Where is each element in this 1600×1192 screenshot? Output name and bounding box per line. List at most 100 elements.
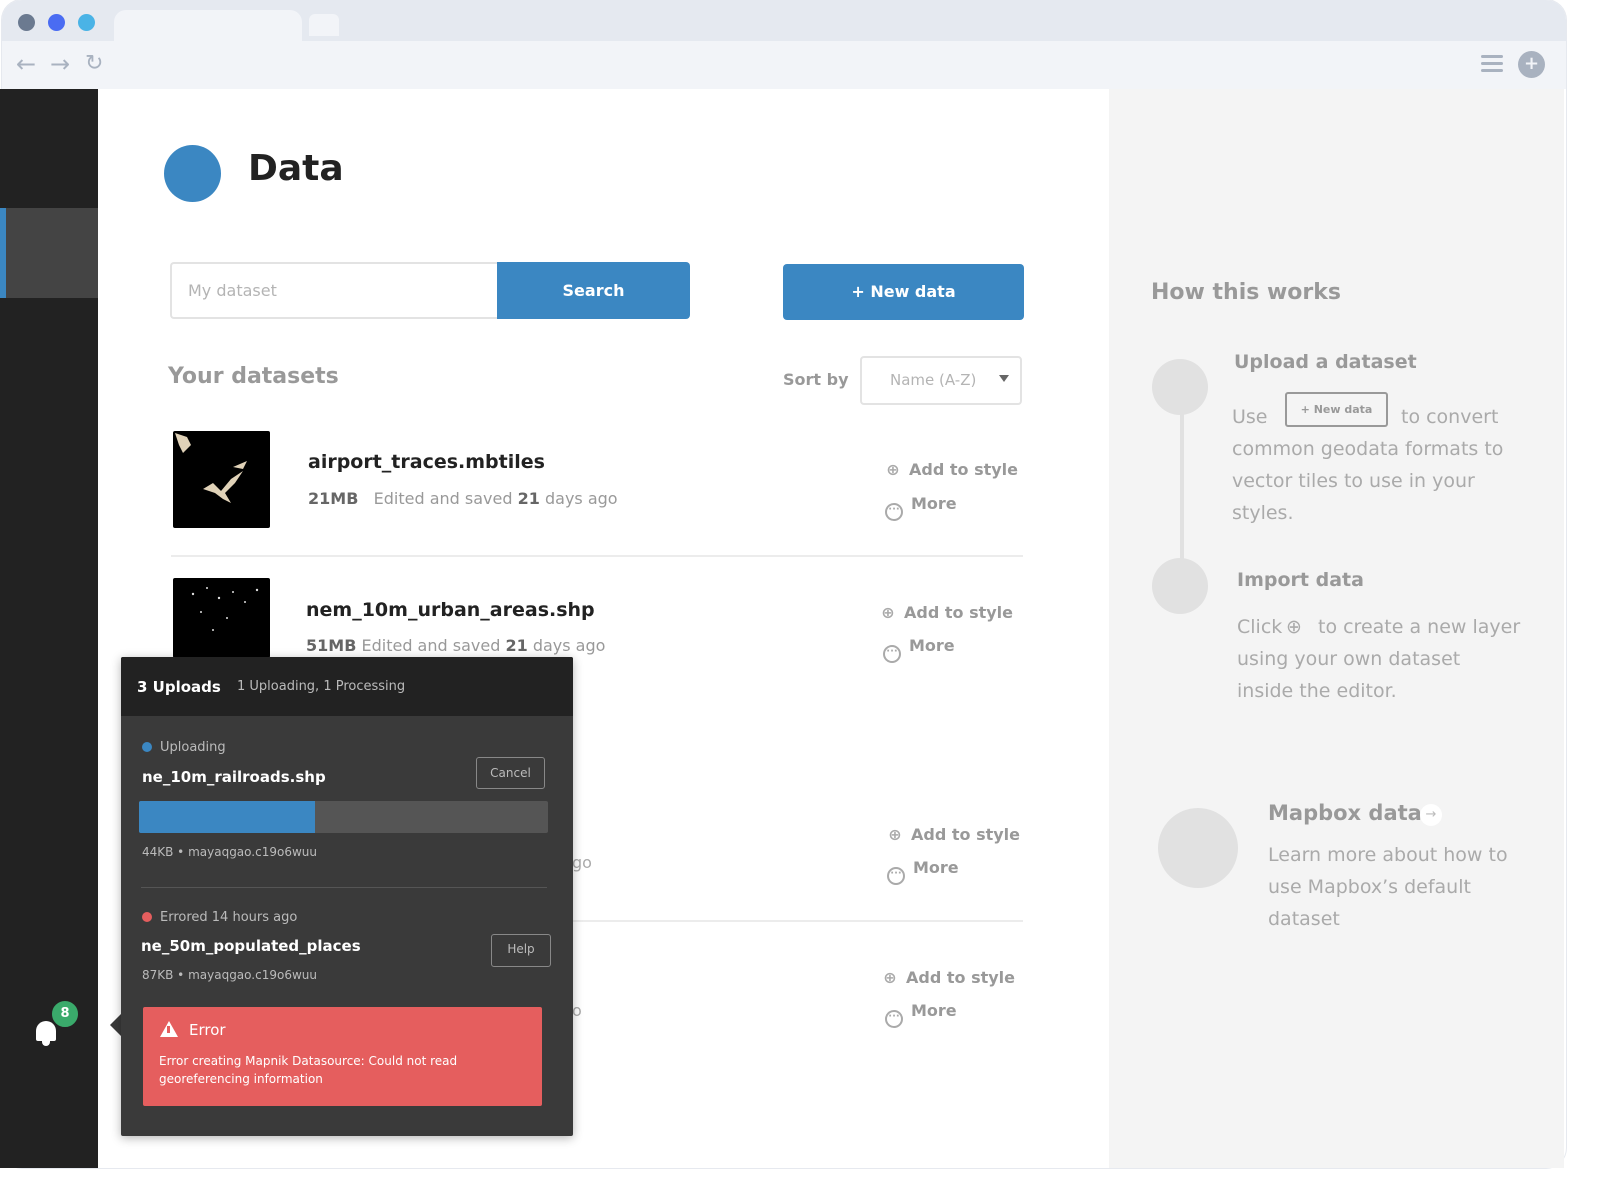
add-to-style-icon: ⊕: [1286, 616, 1302, 638]
status-dot-icon: [142, 912, 152, 922]
new-tab-button[interactable]: [309, 14, 339, 36]
menu-icon[interactable]: [1481, 55, 1503, 73]
dataset-edited-prefix: Edited and saved: [373, 489, 513, 508]
window-minimize-button[interactable]: [48, 14, 65, 31]
more-label: More: [909, 636, 955, 655]
mapbox-data-text: Learn more about how to use Mapbox’s def…: [1268, 844, 1508, 930]
forward-arrow-icon[interactable]: →: [50, 52, 70, 76]
upload-status: Uploading: [142, 740, 226, 755]
step-text-after: to convert: [1401, 406, 1499, 428]
reload-icon[interactable]: ↻: [85, 52, 103, 76]
new-data-button[interactable]: + New data: [783, 264, 1024, 320]
arrow-right-icon[interactable]: →: [1420, 804, 1442, 826]
error-alert: Error Error creating Mapnik Datasource: …: [143, 1007, 542, 1106]
window-close-button[interactable]: [18, 14, 35, 31]
add-to-style-label: Add to style: [911, 825, 1021, 844]
add-to-style-icon: ⊕: [888, 825, 902, 844]
mapbox-data-image: [1158, 808, 1238, 888]
dataset-edited-prefix: Edited and saved: [361, 636, 501, 655]
window-maximize-button[interactable]: [78, 14, 95, 31]
inline-new-data-button[interactable]: + New data: [1285, 392, 1388, 427]
more-icon: ···: [887, 867, 905, 885]
title-bar: [2, 0, 1566, 42]
add-to-style-label: Add to style: [909, 460, 1019, 479]
add-to-style-icon: ⊕: [886, 460, 900, 479]
error-message: Error creating Mapnik Datasource: Could …: [159, 1054, 458, 1086]
page-icon: [164, 145, 221, 202]
step-text-before: Use: [1232, 406, 1268, 428]
error-title: Error: [189, 1021, 226, 1039]
dataset-size: 21MB: [308, 489, 359, 508]
dataset-edited-days: 21: [517, 489, 540, 508]
dataset-meta: 21MB Edited and saved 21 days ago: [308, 489, 618, 508]
add-to-style-label: Add to style: [904, 603, 1014, 622]
dataset-size: 51MB: [306, 636, 357, 655]
add-to-style-button[interactable]: ⊕ Add to style: [880, 968, 1015, 987]
dataset-edited-suffix: days ago: [532, 636, 606, 655]
browser-tab[interactable]: [114, 10, 302, 42]
more-button[interactable]: ··· More: [887, 858, 959, 885]
status-dot-icon: [142, 742, 152, 752]
more-button[interactable]: ··· More: [885, 1001, 957, 1028]
upload-file-name: ne_50m_populated_places: [141, 937, 361, 955]
upload-divider: [141, 887, 547, 888]
uploads-summary: 1 Uploading, 1 Processing: [237, 679, 406, 694]
step-text-rest: using your own dataset inside the editor…: [1237, 648, 1461, 702]
step-heading: Import data: [1237, 569, 1364, 591]
step-indicator: [1152, 558, 1208, 614]
add-to-style-icon: ⊕: [881, 603, 895, 622]
upload-meta: 44KB • mayaqgao.c19o6wuu: [142, 845, 317, 859]
section-title: Your datasets: [168, 364, 339, 389]
dataset-edited-suffix: days ago: [544, 489, 618, 508]
back-arrow-icon[interactable]: ←: [16, 52, 36, 76]
sort-label: Sort by: [783, 370, 849, 389]
search-input[interactable]: [170, 262, 499, 319]
dataset-name[interactable]: airport_traces.mbtiles: [308, 451, 545, 473]
add-to-style-button[interactable]: ⊕ Add to style: [883, 460, 1018, 479]
search-button[interactable]: Search: [497, 262, 690, 319]
upload-file-name: ne_10m_railroads.shp: [142, 768, 326, 786]
dataset-meta: 51MB Edited and saved 21 days ago: [306, 636, 605, 655]
more-button[interactable]: ··· More: [885, 494, 957, 521]
add-to-style-label: Add to style: [906, 968, 1016, 987]
uploads-title: 3 Uploads: [137, 678, 221, 696]
uploads-header: 3 Uploads 1 Uploading, 1 Processing: [121, 657, 573, 716]
uploads-popover: 3 Uploads 1 Uploading, 1 Processing Uplo…: [121, 657, 573, 1136]
more-label: More: [913, 858, 959, 877]
page-title: Data: [248, 148, 344, 189]
step-text-rest: common geodata formats to vector tiles t…: [1232, 438, 1504, 524]
step-text-after: to create a new layer: [1318, 616, 1521, 638]
notification-badge: 8: [50, 999, 80, 1029]
dataset-thumbnail[interactable]: [173, 431, 270, 528]
dataset-thumbnail[interactable]: [173, 578, 270, 658]
dataset-meta-partial: go: [572, 853, 592, 872]
sidebar-item-active[interactable]: [0, 208, 98, 298]
browser-toolbar: [2, 41, 1566, 89]
cancel-button[interactable]: Cancel: [476, 757, 545, 789]
mapbox-data-link[interactable]: Mapbox data: [1268, 801, 1422, 825]
add-to-style-icon: ⊕: [883, 968, 897, 987]
upload-status: Errored 14 hours ago: [142, 910, 297, 925]
warning-icon-mark: [167, 1026, 170, 1033]
add-to-style-button[interactable]: ⊕ Add to style: [878, 603, 1013, 622]
upload-progress-fill: [139, 801, 315, 833]
upload-progress-bar: [139, 801, 548, 833]
more-label: More: [911, 494, 957, 513]
step-connector: [1180, 414, 1184, 562]
more-button[interactable]: ··· More: [883, 636, 955, 663]
row-divider: [171, 555, 1023, 557]
popover-pointer: [110, 1014, 121, 1036]
help-button[interactable]: Help: [491, 934, 551, 967]
dataset-name[interactable]: nem_10m_urban_areas.shp: [306, 599, 595, 621]
extension-icon[interactable]: +: [1518, 51, 1545, 78]
step-indicator: [1152, 359, 1208, 415]
add-to-style-button[interactable]: ⊕ Add to style: [885, 825, 1020, 844]
sidebar-active-indicator: [0, 208, 6, 298]
sort-select[interactable]: Name (A-Z): [860, 356, 1022, 405]
dropdown-caret-icon: [999, 375, 1009, 382]
more-icon: ···: [883, 645, 901, 663]
step-text-before: Click: [1237, 616, 1283, 638]
step-heading: Upload a dataset: [1234, 351, 1417, 373]
more-label: More: [911, 1001, 957, 1020]
more-icon: ···: [885, 1010, 903, 1028]
